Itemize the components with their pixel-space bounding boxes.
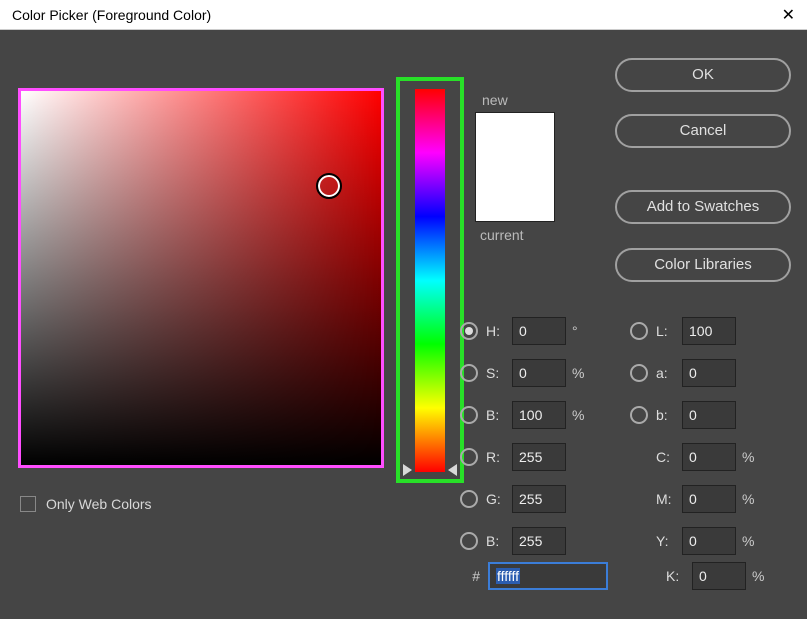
color-values-grid: H: 0 ° L: 100 S: 0 % a: 0 B: 100 % b xyxy=(460,310,790,562)
a-radio[interactable] xyxy=(630,364,648,382)
l-radio[interactable] xyxy=(630,322,648,340)
y-input[interactable]: 0 xyxy=(682,527,736,555)
only-web-colors-row: Only Web Colors xyxy=(20,496,152,512)
l-input[interactable]: 100 xyxy=(682,317,736,345)
hue-strip[interactable] xyxy=(415,89,445,472)
c-input[interactable]: 0 xyxy=(682,443,736,471)
current-label: current xyxy=(480,227,524,243)
hex-value: ffffff xyxy=(496,568,520,584)
c-label: C: xyxy=(656,449,682,465)
brgb-radio[interactable] xyxy=(460,532,478,550)
color-libraries-button[interactable]: Color Libraries xyxy=(615,248,791,282)
blab-radio[interactable] xyxy=(630,406,648,424)
m-input[interactable]: 0 xyxy=(682,485,736,513)
a-input[interactable]: 0 xyxy=(682,359,736,387)
ok-button[interactable]: OK xyxy=(615,58,791,92)
bv-unit: % xyxy=(572,407,592,423)
cancel-button[interactable]: Cancel xyxy=(615,114,791,148)
k-input[interactable]: 0 xyxy=(692,562,746,590)
s-unit: % xyxy=(572,365,592,381)
m-unit: % xyxy=(742,491,762,507)
hex-input[interactable]: ffffff xyxy=(488,562,608,590)
only-web-colors-checkbox[interactable] xyxy=(20,496,36,512)
r-radio[interactable] xyxy=(460,448,478,466)
c-unit: % xyxy=(742,449,762,465)
h-unit: ° xyxy=(572,323,592,339)
l-label: L: xyxy=(656,323,682,339)
color-swatch xyxy=(475,112,555,222)
hash-label: # xyxy=(460,568,480,584)
k-unit: % xyxy=(752,568,772,584)
hue-pointer-left-icon xyxy=(403,464,412,476)
blab-label: b: xyxy=(656,407,682,423)
only-web-colors-label: Only Web Colors xyxy=(46,496,152,512)
new-color-swatch xyxy=(476,113,554,167)
h-label: H: xyxy=(486,323,512,339)
s-label: S: xyxy=(486,365,512,381)
blab-input[interactable]: 0 xyxy=(682,401,736,429)
g-label: G: xyxy=(486,491,512,507)
g-radio[interactable] xyxy=(460,490,478,508)
hue-slider[interactable] xyxy=(396,77,464,483)
close-icon[interactable]: ✕ xyxy=(782,5,795,25)
brgb-input[interactable]: 255 xyxy=(512,527,566,555)
add-to-swatches-button[interactable]: Add to Swatches xyxy=(615,190,791,224)
window-title: Color Picker (Foreground Color) xyxy=(12,7,211,23)
new-label: new xyxy=(482,92,508,108)
k-label: K: xyxy=(666,568,692,584)
saturation-brightness-field[interactable] xyxy=(18,88,384,468)
r-input[interactable]: 255 xyxy=(512,443,566,471)
bv-input[interactable]: 100 xyxy=(512,401,566,429)
hue-radio[interactable] xyxy=(460,322,478,340)
y-label: Y: xyxy=(656,533,682,549)
current-color-swatch[interactable] xyxy=(476,167,554,221)
s-input[interactable]: 0 xyxy=(512,359,566,387)
titlebar: Color Picker (Foreground Color) ✕ xyxy=(0,0,807,30)
color-picker-dialog: new current OK Cancel Add to Swatches Co… xyxy=(0,30,807,619)
bv-label: B: xyxy=(486,407,512,423)
a-label: a: xyxy=(656,365,682,381)
r-label: R: xyxy=(486,449,512,465)
h-input[interactable]: 0 xyxy=(512,317,566,345)
m-label: M: xyxy=(656,491,682,507)
hex-row: # ffffff K: 0 % xyxy=(460,562,772,590)
sb-cursor-icon xyxy=(316,173,342,199)
hue-pointer-right-icon xyxy=(448,464,457,476)
s-radio[interactable] xyxy=(460,364,478,382)
brgb-label: B: xyxy=(486,533,512,549)
brightness-radio[interactable] xyxy=(460,406,478,424)
g-input[interactable]: 255 xyxy=(512,485,566,513)
y-unit: % xyxy=(742,533,762,549)
